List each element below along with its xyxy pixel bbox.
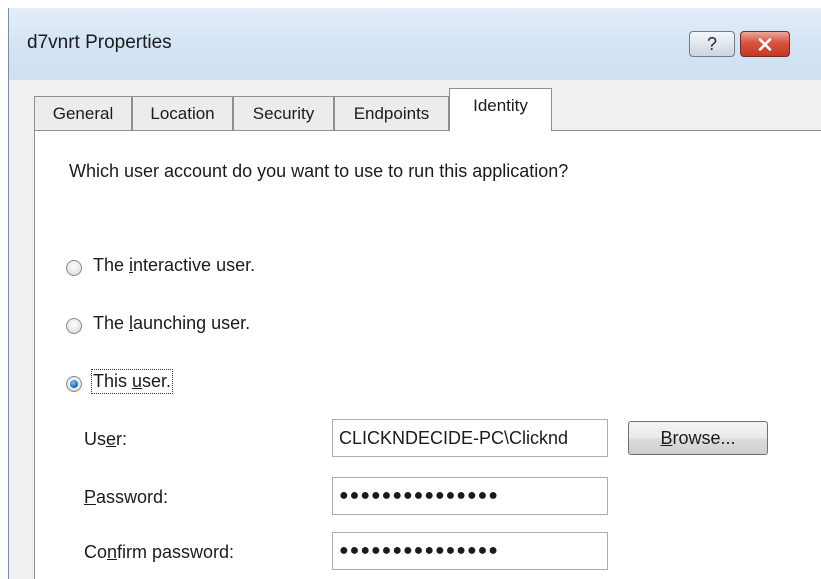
tab-label: Location [150,103,215,123]
confirm-password-label: Confirm password: [84,542,235,562]
tab-label: General [52,103,114,123]
identity-question: Which user account do you want to use to… [69,161,569,181]
tab-general[interactable]: General [34,96,132,130]
title-bar[interactable]: d7vnrt Properties ? [9,8,821,80]
tab-label: Security [252,103,315,123]
tab-label: Endpoints [353,103,430,123]
password-label: Password: [84,487,169,507]
option-interactive-user-label[interactable]: The interactive user. [93,255,255,276]
tab-endpoints[interactable]: Endpoints [334,96,449,130]
option-this-user-label[interactable]: This user. [90,369,174,394]
user-field[interactable]: CLICKNDECIDE-PC\Clicknd [332,419,608,457]
radio-interactive-user[interactable] [66,260,82,276]
user-label: User: [84,429,128,449]
tab-identity[interactable]: Identity [449,88,552,131]
tab-security[interactable]: Security [233,96,334,130]
help-button[interactable]: ? [689,31,735,57]
tab-location[interactable]: Location [132,96,233,130]
password-field[interactable]: ●●●●●●●●●●●●●●● [332,477,608,515]
properties-dialog: d7vnrt Properties ? General Location Sec… [8,8,821,579]
option-launching-user-label[interactable]: The launching user. [93,313,250,334]
browse-button[interactable]: Browse... [628,421,768,455]
close-icon [758,37,772,51]
radio-this-user[interactable] [66,376,82,392]
confirm-password-field[interactable]: ●●●●●●●●●●●●●●● [332,532,608,570]
window-title: d7vnrt Properties [27,32,172,53]
tab-label: Identity [473,96,528,115]
identity-panel: Which user account do you want to use to… [34,130,821,579]
help-icon: ? [706,33,717,54]
close-button[interactable] [740,31,790,57]
radio-launching-user[interactable] [66,318,82,334]
